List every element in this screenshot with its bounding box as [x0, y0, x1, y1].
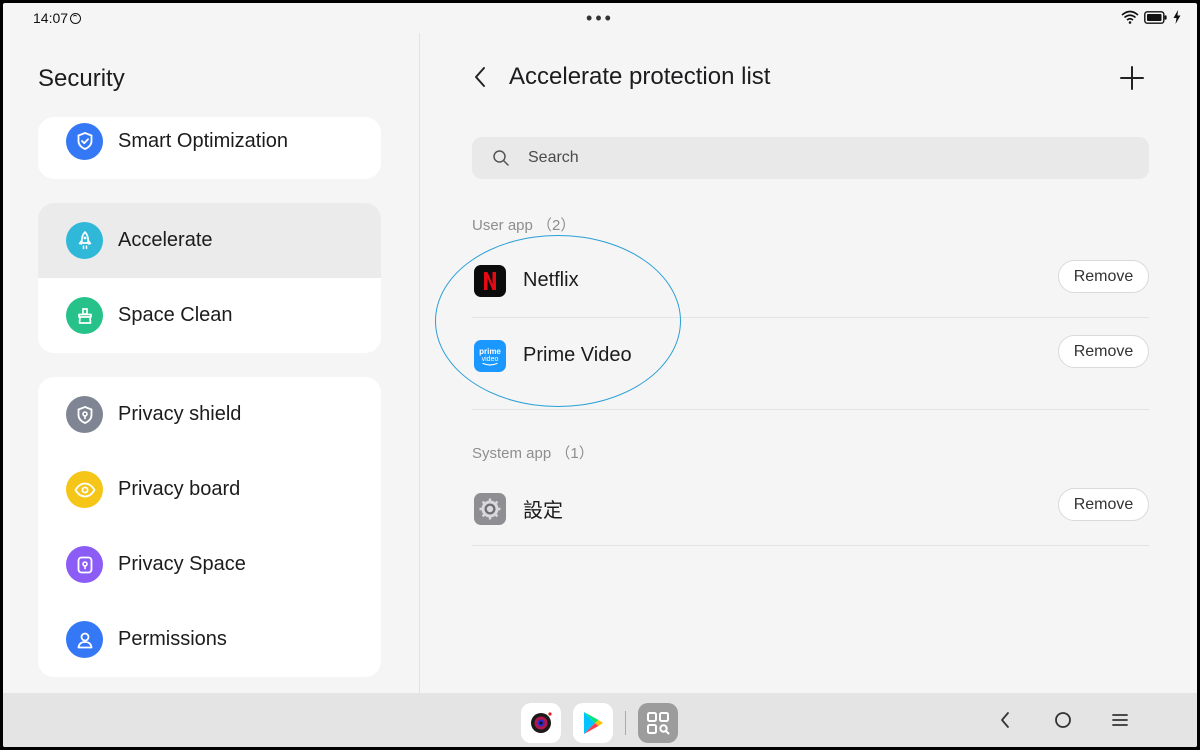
app-row-prime-video: prime video Prime Video Remove: [472, 318, 1149, 393]
sidebar-item-accelerate[interactable]: Accelerate: [38, 203, 381, 278]
app-row-netflix: Netflix Remove: [472, 243, 1149, 318]
sidebar-card-performance: Accelerate Space Clean: [38, 203, 381, 353]
device-screen: 14:07 ••• Security Smart Optimization Ac…: [3, 3, 1197, 747]
sidebar-item-privacy-board[interactable]: Privacy board: [38, 452, 381, 527]
chevron-left-icon: [475, 67, 485, 87]
lock-icon: [66, 546, 103, 583]
app-drawer-button[interactable]: [638, 703, 678, 743]
broom-icon: [66, 297, 103, 334]
play-store-icon: [584, 712, 603, 734]
dock-divider: [625, 711, 626, 735]
status-time: 14:07: [33, 10, 82, 26]
sidebar-card-optimization: Smart Optimization: [38, 117, 381, 179]
shield-check-icon: [66, 122, 103, 160]
sidebar-card-privacy: Privacy shield Privacy board Privacy Spa…: [38, 377, 381, 677]
add-app-button[interactable]: [1117, 63, 1147, 93]
sidebar-item-label: Accelerate: [118, 229, 213, 251]
app-name: Netflix: [523, 269, 579, 291]
search-icon: [493, 150, 509, 166]
search-placeholder: Search: [528, 149, 579, 166]
sidebar-item-privacy-shield[interactable]: Privacy shield: [38, 377, 381, 452]
nav-home-icon: [1055, 712, 1071, 728]
dock-camera-app[interactable]: [521, 703, 561, 743]
battery-icon: [1144, 10, 1167, 24]
sidebar-item-label: Privacy shield: [118, 403, 242, 425]
sidebar-item-label: Privacy board: [118, 478, 241, 500]
eye-icon: [66, 471, 103, 508]
search-input[interactable]: Search: [472, 137, 1149, 179]
charging-icon: [1173, 10, 1181, 24]
sidebar-item-smart-optimization[interactable]: Smart Optimization: [38, 117, 381, 167]
section-divider: [472, 409, 1149, 410]
back-button[interactable]: [466, 63, 494, 91]
security-sidebar: Security Smart Optimization Accelerate S…: [3, 33, 419, 693]
remove-button[interactable]: Remove: [1058, 488, 1149, 521]
wifi-icon: [1121, 10, 1139, 24]
prime-logo-text-top: prime: [479, 347, 501, 356]
dock-play-store-app[interactable]: [573, 703, 613, 743]
sidebar-title: Security: [38, 65, 125, 92]
nav-menu-icon: [1112, 714, 1128, 726]
page-title: Accelerate protection list: [509, 63, 771, 90]
app-dock: [521, 703, 678, 743]
sidebar-item-label: Space Clean: [118, 304, 233, 326]
nav-home-button[interactable]: [1052, 709, 1074, 731]
privacy-shield-icon: [66, 396, 103, 433]
sidebar-item-label: Smart Optimization: [118, 129, 289, 152]
remove-button[interactable]: Remove: [1058, 335, 1149, 368]
netflix-icon: [474, 264, 506, 297]
row-divider: [472, 545, 1149, 546]
nav-back-icon: [1001, 712, 1009, 728]
system-app-section-header: System app （1）: [472, 445, 594, 462]
navigation-bar: [3, 693, 1197, 747]
settings-gear-icon: [474, 492, 506, 525]
sidebar-item-permissions[interactable]: Permissions: [38, 602, 381, 677]
app-grid-search-icon: [647, 712, 670, 735]
rocket-icon: [66, 222, 103, 259]
app-row-settings: 設定 Remove: [472, 471, 1149, 546]
prime-logo-text-bottom: video: [482, 356, 499, 363]
status-bar: 14:07 •••: [3, 3, 1197, 33]
app-name: 設定: [523, 500, 563, 522]
user-app-section-header: User app （2）: [472, 217, 576, 234]
status-icons: [1121, 10, 1181, 24]
camera-icon: [531, 712, 552, 733]
multitask-dots[interactable]: •••: [586, 8, 614, 29]
protection-list-panel: Accelerate protection list Search User a…: [420, 33, 1197, 693]
sidebar-item-privacy-space[interactable]: Privacy Space: [38, 527, 381, 602]
remove-button[interactable]: Remove: [1058, 260, 1149, 293]
sidebar-item-label: Permissions: [118, 628, 227, 650]
plus-icon: [1120, 66, 1144, 90]
person-icon: [66, 621, 103, 658]
sidebar-item-label: Privacy Space: [118, 553, 246, 575]
sidebar-item-space-clean[interactable]: Space Clean: [38, 278, 381, 353]
nav-back-button[interactable]: [994, 709, 1016, 731]
nav-recents-button[interactable]: [1109, 709, 1131, 731]
sync-icon: [70, 12, 82, 24]
clock-text: 14:07: [33, 10, 69, 26]
prime-video-icon: prime video: [474, 339, 506, 372]
app-name: Prime Video: [523, 344, 632, 366]
